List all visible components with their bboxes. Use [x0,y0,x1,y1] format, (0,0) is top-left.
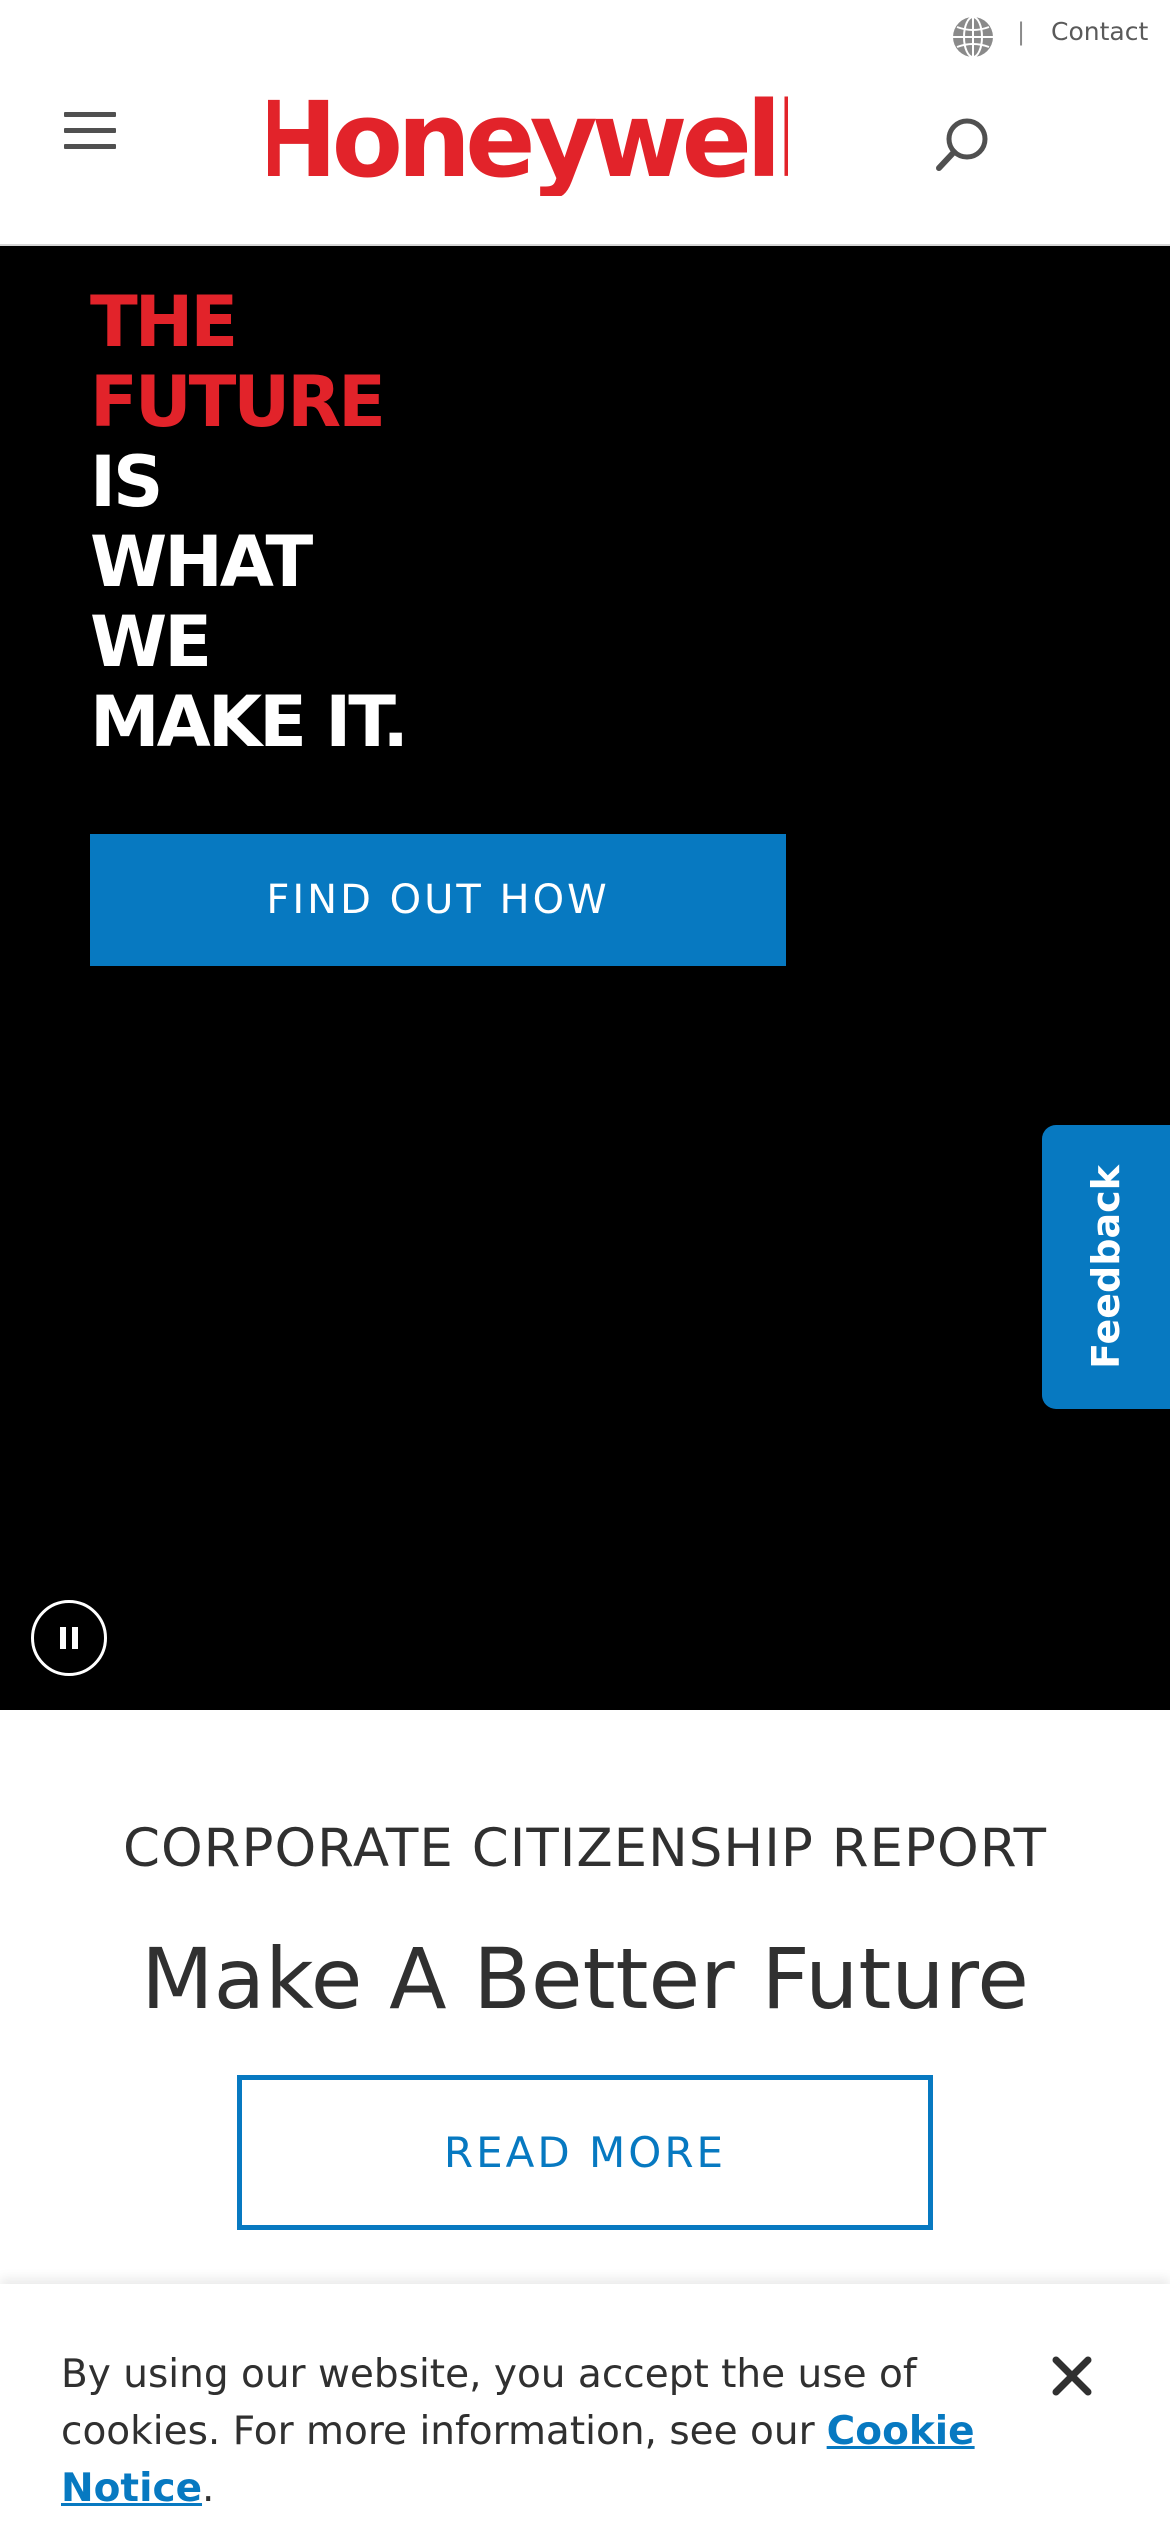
hero-headline-line: WE [90,601,212,683]
feedback-label: Feedback [1084,1165,1128,1369]
utility-separator: | [1017,18,1026,46]
hero-headline-line: THE [90,281,238,363]
hero-headline-line: WHAT [90,521,313,603]
globe-icon[interactable] [950,14,996,60]
hamburger-menu-icon[interactable] [64,112,116,156]
utility-bar: | Contact [0,0,1170,66]
contact-link[interactable]: Contact [1051,17,1148,46]
hero-headline-line: IS [90,441,163,523]
cookie-message: By using our website, you accept the use… [61,2346,1081,2517]
cookie-end: . [202,2466,215,2511]
hero-headline-line: MAKE IT. [90,681,409,763]
cookie-text: By using our website, you accept the use… [61,2352,917,2454]
section-title: Make A Better Future [141,1930,1029,2028]
cookie-banner: By using our website, you accept the use… [0,2284,1170,2532]
feedback-tab[interactable]: Feedback [1042,1125,1170,1409]
svg-text:Honeywell: Honeywell [268,86,788,196]
find-out-how-button[interactable]: FIND OUT HOW [90,834,786,966]
close-icon[interactable] [1050,2354,1094,2398]
read-more-button[interactable]: READ MORE [237,2075,933,2230]
hero-banner: THE FUTURE IS WHAT WE MAKE IT. FIND OUT … [0,246,1170,1710]
section-eyebrow: CORPORATE CITIZENSHIP REPORT [122,1818,1048,1879]
search-icon[interactable] [934,114,994,174]
site-header: Honeywell [0,66,1170,247]
honeywell-logo[interactable]: Honeywell [268,86,788,196]
hero-headline-line: FUTURE [90,361,386,443]
pause-icon[interactable] [31,1600,107,1676]
